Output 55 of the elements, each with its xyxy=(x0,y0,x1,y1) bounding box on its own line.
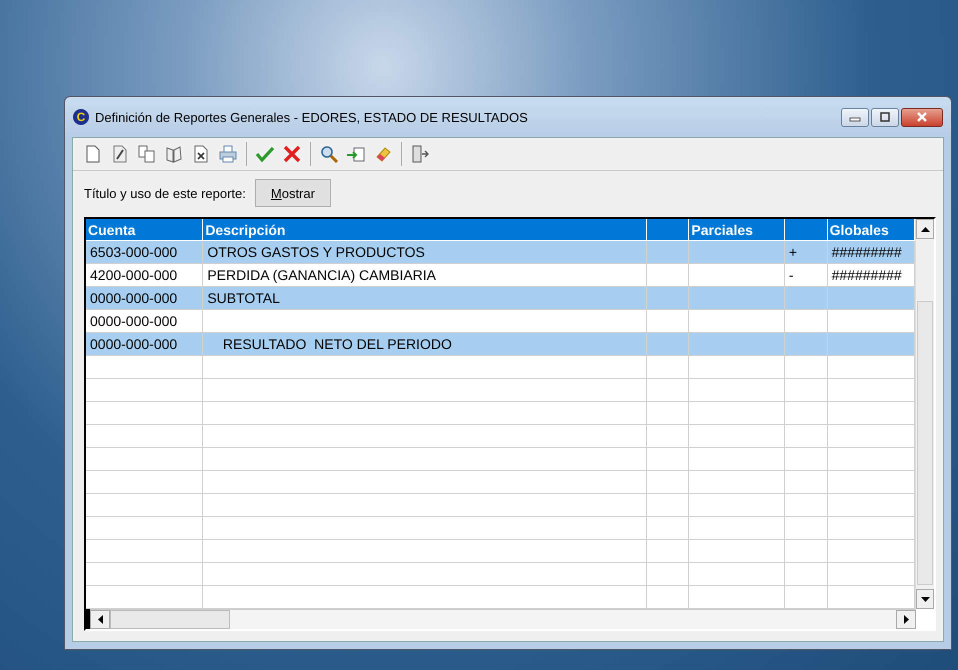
search-icon xyxy=(320,145,338,163)
table-row[interactable]: 0000-000-000 SUBTOTAL xyxy=(86,287,916,310)
printer-icon xyxy=(219,145,237,163)
scroll-thumb[interactable] xyxy=(917,301,933,585)
eraser-icon xyxy=(374,145,392,163)
up-arrow-icon xyxy=(920,226,930,232)
arrow-into-page-icon xyxy=(346,145,366,163)
table-cell: ######### xyxy=(832,267,902,283)
table-cell: - xyxy=(788,267,794,283)
app-logo-icon: C xyxy=(73,109,89,125)
report-title-label: Título y uso de este reporte: xyxy=(84,186,246,200)
column-header[interactable]: Globales xyxy=(828,219,916,241)
show-button[interactable]: Mostrar xyxy=(254,179,331,207)
close-icon xyxy=(916,112,928,122)
column-header[interactable]: Descripción xyxy=(203,219,647,241)
column-header[interactable] xyxy=(646,219,690,241)
table-cell: 4200-000-000 xyxy=(90,267,178,283)
table-cell: ######### xyxy=(832,244,902,260)
blank-page-icon xyxy=(85,145,101,163)
right-arrow-icon xyxy=(904,615,908,624)
pencil-page-icon xyxy=(112,145,128,163)
table-row[interactable]: 0000-000-000 RESULTADO NETO DEL PERIODO xyxy=(86,333,916,356)
table-cell: 0000-000-000 xyxy=(90,313,178,329)
down-arrow-icon xyxy=(920,596,930,602)
horizontal-scrollbar[interactable] xyxy=(90,609,916,629)
book-icon xyxy=(165,145,183,163)
left-arrow-icon xyxy=(98,615,102,624)
table-cell: 0000-000-000 xyxy=(90,290,178,306)
scroll-right-button[interactable] xyxy=(896,610,916,629)
table-cell-text: RESULTADO NETO DEL PERIODO xyxy=(222,336,452,352)
table-cell: OTROS GASTOS Y PRODUCTOS xyxy=(207,244,425,260)
window-title: Definición de Reportes Generales - EDORES, ESTADO DE RESULTADOS xyxy=(95,110,529,124)
table-cell: PERDIDA (GANANCIA) CAMBIARIA xyxy=(207,267,436,283)
table-cell: 0000-000-000 xyxy=(90,336,178,352)
column-header[interactable] xyxy=(784,219,828,241)
scroll-up-button[interactable] xyxy=(916,219,934,239)
maximize-button[interactable] xyxy=(871,108,899,126)
column-header[interactable]: Parciales xyxy=(689,219,785,241)
close-button[interactable] xyxy=(901,108,943,126)
scroll-down-button[interactable] xyxy=(916,589,934,609)
delete-page-icon xyxy=(193,145,209,163)
exit-door-icon xyxy=(411,145,429,163)
cancel-x-icon xyxy=(283,145,301,163)
column-header[interactable]: Cuenta xyxy=(86,219,204,241)
scroll-thumb[interactable] xyxy=(110,610,230,629)
vertical-scrollbar[interactable] xyxy=(915,219,934,609)
minimize-button[interactable] xyxy=(841,108,869,126)
copy-icon xyxy=(138,145,156,163)
maximize-icon xyxy=(879,112,891,122)
checkmark-icon xyxy=(255,145,275,163)
table-cell: 6503-000-000 xyxy=(90,244,178,260)
table-cell: SUBTOTAL xyxy=(207,290,280,306)
scroll-left-button[interactable] xyxy=(90,610,110,629)
table-row[interactable]: 6503-000-000 OTROS GASTOS Y PRODUCTOS + ######### xyxy=(86,241,916,264)
table-cell: + xyxy=(788,244,798,260)
